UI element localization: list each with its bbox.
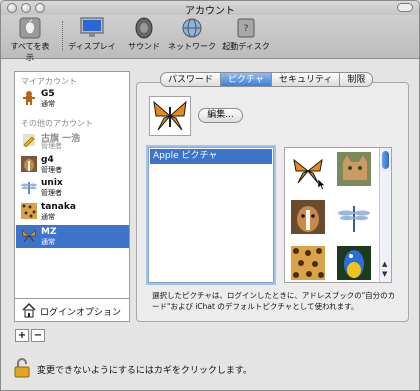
display-icon <box>80 17 104 37</box>
account-item-g4[interactable]: g4 管理者 <box>16 153 129 176</box>
toolbar-show-all-button[interactable]: すべてを表示 <box>7 17 53 63</box>
dog-icon <box>291 200 325 234</box>
login-options-label: ログインオプション <box>40 308 122 318</box>
account-role: 管理者 <box>41 166 62 174</box>
lock-icon <box>14 358 30 378</box>
account-item-g5[interactable]: G5 通常 <box>16 87 129 110</box>
toolbar-separator <box>62 21 63 51</box>
scroll-thumb[interactable] <box>382 151 389 169</box>
mouse-cursor-icon <box>318 179 326 190</box>
cat-icon <box>337 152 371 186</box>
login-options-button[interactable]: ログインオプション <box>15 298 129 321</box>
picture-source-list: Apple ピクチャ <box>148 147 274 283</box>
speaker-icon <box>135 17 153 39</box>
lock-message: 変更できないようにするにはカギをクリックします。 <box>37 366 253 376</box>
account-name: tanaka <box>41 202 76 212</box>
scroll-down-arrow-icon[interactable]: ▼ <box>382 270 387 278</box>
startup-disk-icon: ? <box>237 18 255 38</box>
picture-grid: ▲ ▼ <box>284 147 392 283</box>
accounts-window: アカウント すべてを表示 ディスプレイ サウンド ネットワーク ? 起動ディスク… <box>0 0 420 391</box>
tab-password[interactable]: パスワード <box>160 72 222 87</box>
dragonfly-icon <box>21 182 37 194</box>
leopard-icon <box>291 246 325 280</box>
toolbar-display-button[interactable]: ディスプレイ <box>67 17 117 52</box>
account-role: 管理者 <box>41 142 62 150</box>
toolbar: すべてを表示 ディスプレイ サウンド ネットワーク ? 起動ディスク <box>1 15 419 62</box>
title-bar: アカウント <box>1 1 419 17</box>
butterfly-icon <box>21 229 37 243</box>
account-name: unix <box>41 178 63 188</box>
picture-description: 選択したピクチャは、ログインしたときに、アドレスブックの"自分のカード"および … <box>152 291 396 311</box>
account-item-mz[interactable]: MZ 通常 <box>16 225 129 248</box>
network-globe-icon <box>182 18 202 38</box>
picture-cell-parrot[interactable] <box>337 246 371 280</box>
account-role: 通常 <box>41 238 55 246</box>
account-role: 通常 <box>41 100 55 108</box>
toolbar-sound-button[interactable]: サウンド <box>123 17 165 52</box>
dragonfly-icon <box>338 206 370 232</box>
tab-security[interactable]: セキュリティ <box>271 72 341 87</box>
add-account-button[interactable]: + <box>15 329 29 342</box>
toolbar-toggle-button[interactable] <box>397 3 413 12</box>
picture-cell-cat[interactable] <box>337 152 371 186</box>
account-item-tanaka[interactable]: tanaka 通常 <box>16 200 129 223</box>
account-role: 通常 <box>41 213 55 221</box>
picture-source-item[interactable]: Apple ピクチャ <box>150 149 272 164</box>
account-name: MZ <box>41 227 57 237</box>
toolbar-startup-disk-button[interactable]: ? 起動ディスク <box>221 17 271 52</box>
picture-cell-dog[interactable] <box>291 200 325 234</box>
gingerbread-icon <box>23 91 35 105</box>
svg-text:?: ? <box>244 24 249 34</box>
account-role: 管理者 <box>41 189 62 197</box>
tab-picture[interactable]: ピクチャ <box>221 72 272 87</box>
my-account-header: マイアカウント <box>21 77 77 86</box>
pencil-icon <box>23 134 35 148</box>
account-item-furuhata[interactable]: 古旗 一浩 管理者 <box>16 129 129 152</box>
accounts-list: マイアカウント G5 通常 その他のアカウント 古旗 一浩 管理者 g4 管理者… <box>14 71 130 322</box>
dog-icon <box>21 156 37 172</box>
remove-account-button[interactable]: − <box>31 329 45 342</box>
apple-icon <box>19 17 41 39</box>
account-item-unix[interactable]: unix 管理者 <box>16 176 129 199</box>
scroll-up-arrow-icon[interactable]: ▲ <box>382 260 387 268</box>
account-name: G5 <box>41 89 55 99</box>
lock-button[interactable] <box>14 358 30 381</box>
parrot-icon <box>337 246 371 280</box>
account-name: g4 <box>41 155 54 165</box>
leopard-icon <box>21 203 37 219</box>
tab-bar: パスワード ピクチャ セキュリティ 制限 <box>160 72 374 87</box>
other-accounts-header: その他のアカウント <box>21 119 93 128</box>
edit-picture-button[interactable]: 編集... <box>198 108 243 123</box>
house-icon <box>22 303 36 318</box>
current-picture-well[interactable] <box>149 96 191 136</box>
picture-cell-leopard[interactable] <box>291 246 325 280</box>
picture-grid-scrollbar[interactable]: ▲ ▼ <box>379 148 391 282</box>
toolbar-network-button[interactable]: ネットワーク <box>167 17 217 52</box>
picture-cell-dragonfly[interactable] <box>337 200 371 234</box>
butterfly-icon <box>153 100 187 131</box>
tab-limits[interactable]: 制限 <box>340 72 374 87</box>
